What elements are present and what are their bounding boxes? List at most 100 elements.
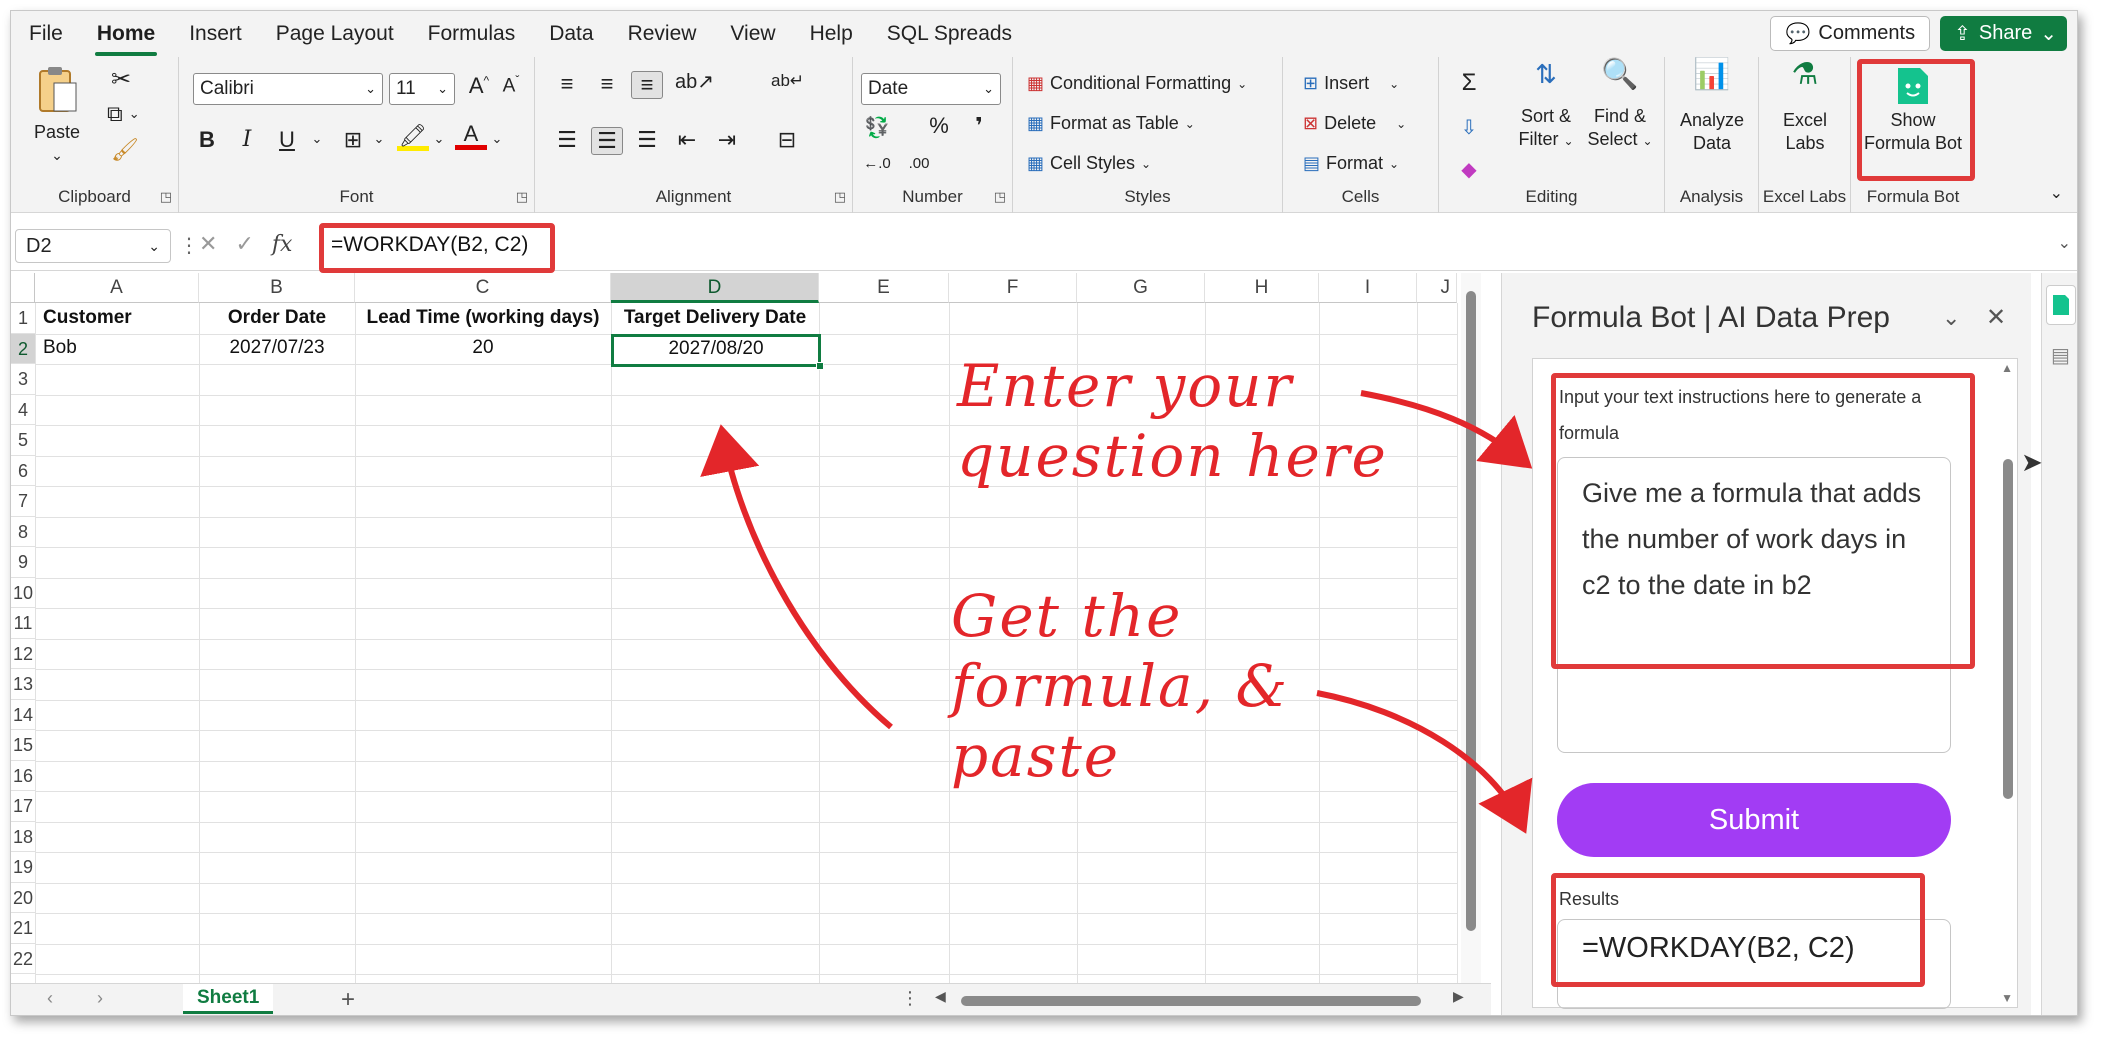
grow-font-icon[interactable]: A^ bbox=[463, 73, 495, 99]
col-header-i[interactable]: I bbox=[1319, 273, 1417, 303]
cell-b1[interactable]: Order Date bbox=[199, 307, 355, 329]
cell-b2[interactable]: 2027/07/23 bbox=[199, 337, 355, 359]
col-header-f[interactable]: F bbox=[949, 273, 1077, 303]
format-button[interactable]: ▤ Format ⌄ bbox=[1303, 153, 1399, 174]
underline-button[interactable]: U bbox=[271, 127, 303, 153]
row-header[interactable]: 21 bbox=[11, 913, 35, 944]
italic-button[interactable]: I bbox=[231, 127, 263, 152]
scroll-right-icon[interactable]: ▶ bbox=[1453, 988, 1464, 1005]
next-sheet-icon[interactable]: › bbox=[97, 988, 103, 1009]
cancel-icon[interactable]: ✕ bbox=[199, 231, 217, 257]
cell-a1[interactable]: Customer bbox=[43, 307, 132, 329]
comma-style-icon[interactable]: ❜ bbox=[963, 113, 995, 139]
launcher-icon[interactable]: ◳ bbox=[994, 189, 1006, 205]
scroll-down-icon[interactable]: ▼ bbox=[2001, 991, 2013, 1005]
prev-sheet-icon[interactable]: ‹ bbox=[47, 988, 53, 1009]
select-all-corner[interactable] bbox=[11, 273, 35, 303]
wrap-text-icon[interactable]: ab↵ bbox=[771, 71, 804, 91]
row-header[interactable]: 4 bbox=[11, 395, 35, 425]
row-header[interactable]: 10 bbox=[11, 578, 35, 608]
percent-icon[interactable]: % bbox=[923, 113, 955, 139]
formula-bot-sidebar-icon[interactable] bbox=[2046, 285, 2076, 325]
format-painter-icon[interactable]: 🖌 bbox=[111, 137, 139, 163]
decrease-indent-icon[interactable]: ⇤ bbox=[671, 127, 703, 153]
row-header[interactable]: 15 bbox=[11, 730, 35, 761]
name-box[interactable]: D2 ⌄ bbox=[15, 229, 171, 263]
scroll-up-icon[interactable]: ▲ bbox=[2001, 361, 2013, 375]
col-header-d[interactable]: D bbox=[611, 273, 819, 303]
row-header[interactable]: 18 bbox=[11, 822, 35, 852]
horizontal-scrollbar-thumb[interactable] bbox=[961, 996, 1421, 1006]
row-header[interactable]: 7 bbox=[11, 486, 35, 517]
chevron-down-icon[interactable]: ⌄ bbox=[363, 131, 395, 147]
delete-button[interactable]: ⊠ Delete ⌄ bbox=[1303, 113, 1406, 134]
increase-decimal-icon[interactable]: ←.0 bbox=[861, 155, 893, 172]
align-left-icon[interactable]: ☰ bbox=[551, 127, 583, 153]
col-header-g[interactable]: G bbox=[1077, 273, 1205, 303]
conditional-formatting-button[interactable]: ▦ Conditional Formatting ⌄ bbox=[1027, 73, 1247, 94]
orientation-icon[interactable]: ab↗ bbox=[675, 69, 714, 94]
menu-sql-spreads[interactable]: SQL Spreads bbox=[883, 16, 1016, 52]
row-header[interactable]: 1 bbox=[11, 303, 35, 334]
menu-page-layout[interactable]: Page Layout bbox=[272, 16, 398, 52]
chevron-down-icon[interactable]: ⌄ bbox=[423, 131, 455, 147]
align-center-icon[interactable]: ☰ bbox=[591, 127, 623, 155]
add-sheet-icon[interactable]: + bbox=[341, 986, 355, 1014]
analyze-data-button[interactable]: 📊 Analyze Data bbox=[1671, 60, 1753, 155]
align-top-icon[interactable]: ≡ bbox=[551, 71, 583, 97]
launcher-icon[interactable]: ◳ bbox=[516, 189, 528, 205]
row-header[interactable]: 8 bbox=[11, 517, 35, 547]
panel-scrollbar-thumb[interactable] bbox=[2003, 459, 2013, 799]
accounting-format-icon[interactable]: 💱 bbox=[861, 115, 893, 140]
menu-file[interactable]: File bbox=[25, 16, 67, 52]
font-name-select[interactable]: Calibri ⌄ bbox=[193, 73, 383, 105]
cut-icon[interactable]: ✂ bbox=[111, 65, 131, 94]
row-header[interactable]: 17 bbox=[11, 791, 35, 822]
launcher-icon[interactable]: ◳ bbox=[834, 189, 846, 205]
align-right-icon[interactable]: ☰ bbox=[631, 127, 663, 153]
cell-d2-selected[interactable]: 2027/08/20 bbox=[611, 334, 821, 367]
row-header[interactable]: 22 bbox=[11, 944, 35, 974]
shrink-font-icon[interactable]: Aˇ bbox=[495, 73, 527, 97]
row-header[interactable]: 11 bbox=[11, 608, 35, 639]
autosum-icon[interactable]: Σ bbox=[1453, 69, 1485, 97]
menu-help[interactable]: Help bbox=[806, 16, 857, 52]
font-size-select[interactable]: 11 ⌄ bbox=[389, 73, 455, 105]
copy-icon[interactable]: ⧉ ⌄ bbox=[107, 101, 140, 127]
row-header[interactable]: 9 bbox=[11, 547, 35, 578]
more-icon[interactable]: ⋮ bbox=[901, 988, 919, 1009]
insert-button[interactable]: ⊞ Insert ⌄ bbox=[1303, 73, 1399, 94]
chevron-down-icon[interactable]: ⌄ bbox=[1942, 305, 1960, 331]
number-format-select[interactable]: Date ⌄ bbox=[861, 73, 1001, 105]
cell-a2[interactable]: Bob bbox=[43, 337, 77, 359]
cell-c1[interactable]: Lead Time (working days) bbox=[355, 307, 611, 329]
merge-center-icon[interactable]: ⊟ bbox=[771, 127, 803, 153]
row-header[interactable]: 20 bbox=[11, 883, 35, 913]
row-header[interactable]: 16 bbox=[11, 761, 35, 791]
col-header-a[interactable]: A bbox=[35, 273, 199, 303]
paste-button[interactable]: Paste ⌄ bbox=[29, 63, 85, 167]
col-header-c[interactable]: C bbox=[355, 273, 611, 303]
row-header[interactable]: 6 bbox=[11, 456, 35, 486]
col-header-h[interactable]: H bbox=[1205, 273, 1319, 303]
col-header-j[interactable]: J bbox=[1417, 273, 1457, 303]
document-icon[interactable]: ▤ bbox=[2051, 343, 2070, 368]
col-header-e[interactable]: E bbox=[819, 273, 949, 303]
row-header[interactable]: 12 bbox=[11, 639, 35, 669]
cell-d1[interactable]: Target Delivery Date bbox=[611, 307, 819, 329]
align-middle-icon[interactable]: ≡ bbox=[591, 71, 623, 97]
menu-home[interactable]: Home bbox=[93, 16, 159, 56]
align-bottom-icon[interactable]: ≡ bbox=[631, 71, 663, 99]
increase-indent-icon[interactable]: ⇥ bbox=[711, 127, 743, 153]
ribbon-collapse-icon[interactable]: ⌄ bbox=[2050, 183, 2063, 203]
decrease-decimal-icon[interactable]: .00 bbox=[903, 155, 935, 172]
bold-button[interactable]: B bbox=[191, 127, 223, 153]
enter-icon[interactable]: ✓ bbox=[235, 231, 253, 257]
share-button[interactable]: ⇪ Share ⌄ bbox=[1940, 16, 2067, 51]
sheet-tab-sheet1[interactable]: Sheet1 bbox=[183, 984, 274, 1014]
launcher-icon[interactable]: ◳ bbox=[160, 189, 172, 205]
sort-filter-button[interactable]: ⇅ Sort & Filter ⌄ bbox=[1515, 61, 1577, 153]
cell-styles-button[interactable]: ▦ Cell Styles ⌄ bbox=[1027, 153, 1151, 174]
menu-view[interactable]: View bbox=[726, 16, 779, 52]
menu-insert[interactable]: Insert bbox=[185, 16, 246, 52]
